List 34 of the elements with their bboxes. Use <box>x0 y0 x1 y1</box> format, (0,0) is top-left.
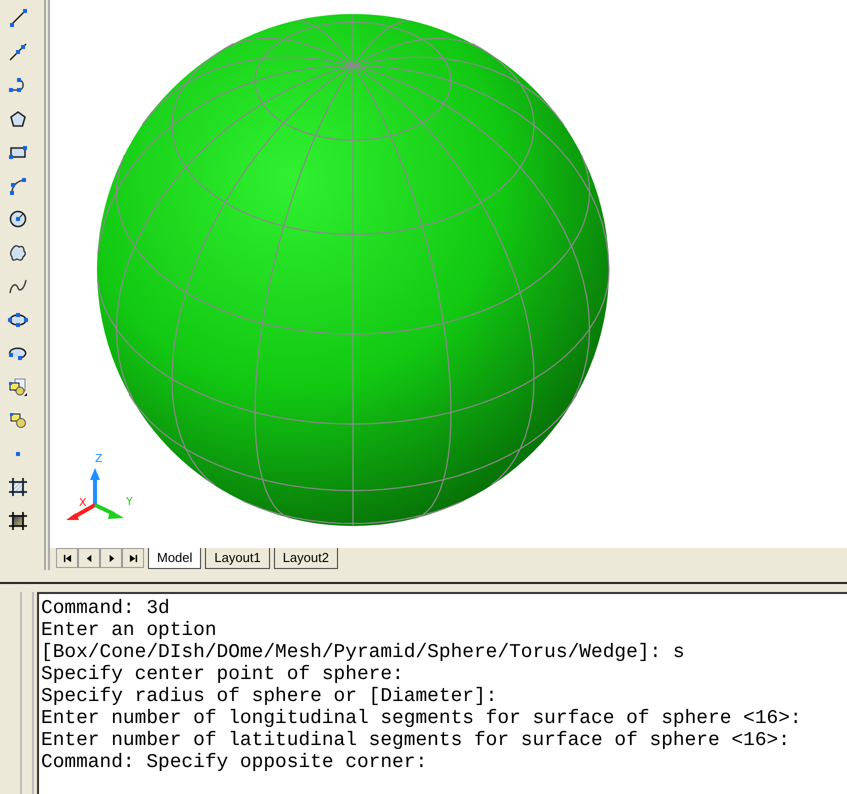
cloud-icon[interactable] <box>8 242 28 262</box>
construction-line-icon[interactable] <box>8 42 28 62</box>
layout-tab[interactable]: Model <box>148 548 202 569</box>
previous-tab-button[interactable] <box>78 548 100 568</box>
next-icon <box>106 554 116 562</box>
command-line-text: Specify radius of sphere or [Diameter]: <box>41 685 498 707</box>
command-line-text: Specify center point of sphere: <box>41 663 405 685</box>
command-line-text: Command: 3d <box>41 597 171 619</box>
insert-block-icon[interactable] <box>8 376 28 396</box>
command-line-text: Enter number of longitudinal segments for surface of sphere <16>: <box>41 707 803 729</box>
polygon-icon[interactable] <box>8 108 28 128</box>
gradient-icon[interactable] <box>8 510 28 530</box>
arc-icon[interactable] <box>8 176 28 196</box>
panel-grip[interactable] <box>20 592 34 794</box>
y-axis-label: Y <box>126 495 133 508</box>
command-line-text: Enter number of latitudinal segments for surface of sphere <16>: <box>41 729 791 751</box>
last-icon <box>128 554 138 562</box>
last-tab-button[interactable] <box>122 548 144 568</box>
line-icon[interactable] <box>8 8 28 28</box>
x-axis-label: X <box>79 496 87 509</box>
command-line-text: Enter an option <box>41 619 218 641</box>
first-icon <box>62 554 72 562</box>
command-line-text: Command: Specify opposite corner: <box>41 751 428 773</box>
hatch-icon[interactable] <box>8 477 28 497</box>
z-axis-label: Z <box>95 452 103 465</box>
layout-tab[interactable]: Layout2 <box>274 548 338 569</box>
ucs-axes-icon <box>66 468 124 520</box>
first-tab-button[interactable] <box>56 548 78 568</box>
layout-tab[interactable]: Layout1 <box>205 548 270 569</box>
make-block-icon[interactable] <box>8 410 28 430</box>
previous-icon <box>84 554 94 562</box>
next-tab-button[interactable] <box>100 548 122 568</box>
circle-icon[interactable] <box>8 209 28 229</box>
command-line-text: [Box/Cone/DIsh/DOme/Mesh/Pyramid/Sphere/Torus/Wedge]: s <box>41 641 686 663</box>
